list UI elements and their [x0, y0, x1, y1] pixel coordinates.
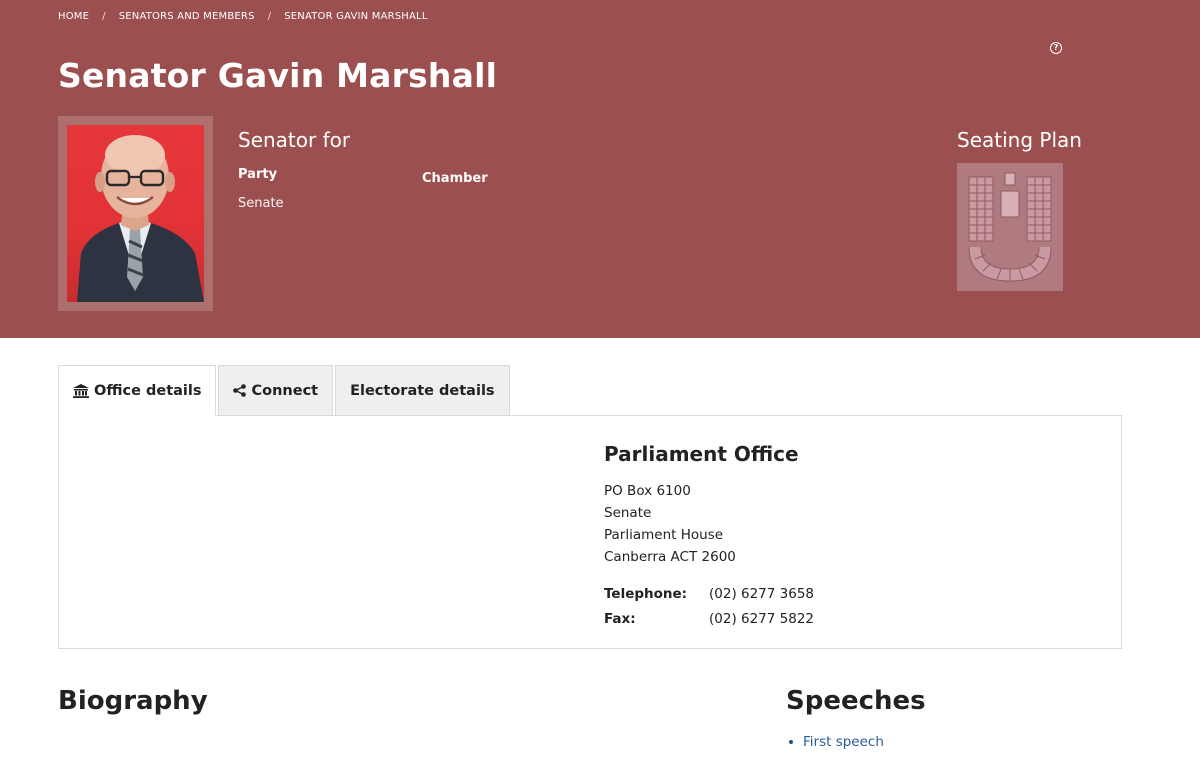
senator-portrait-image	[77, 135, 204, 302]
breadcrumb-home[interactable]: HOME	[58, 11, 89, 22]
speeches-list: First speech	[786, 734, 884, 750]
office-address: PO Box 6100 Senate Parliament House Canb…	[604, 480, 736, 568]
senator-photo	[67, 125, 204, 302]
breadcrumb-current-page[interactable]: SENATOR GAVIN MARSHALL	[284, 11, 427, 22]
parliament-office-heading: Parliament Office	[604, 442, 799, 466]
telephone-label: Telephone:	[604, 586, 688, 602]
senator-for-heading: Senator for	[238, 128, 351, 152]
chamber-label: Chamber	[422, 171, 488, 186]
address-line: Senate	[604, 505, 652, 521]
telephone-value[interactable]: (02) 6277 3658	[709, 586, 814, 602]
first-speech-link[interactable]: First speech	[803, 734, 884, 750]
seating-plan-map[interactable]	[957, 163, 1063, 291]
list-item: First speech	[786, 734, 884, 750]
tab-office-details[interactable]: Office details	[58, 365, 217, 416]
party-label: Party	[238, 167, 278, 182]
breadcrumb: HOME / SENATORS AND MEMBERS / SENATOR GA…	[58, 11, 428, 22]
breadcrumb-senators-and-members[interactable]: SENATORS AND MEMBERS	[119, 11, 255, 22]
profile-tabs: Office details Connect Electorate detail…	[58, 365, 512, 416]
address-line: Canberra ACT 2600	[604, 549, 736, 565]
speeches-heading: Speeches	[786, 686, 926, 716]
fax-label: Fax:	[604, 611, 636, 627]
breadcrumb-separator: /	[267, 11, 272, 22]
telephone-row: Telephone: (02) 6277 3658	[604, 586, 814, 602]
tab-connect[interactable]: Connect	[218, 365, 334, 416]
tab-office-details-label: Office details	[94, 382, 202, 399]
seating-plan-icon	[968, 172, 1052, 282]
tab-electorate-details[interactable]: Electorate details	[335, 365, 510, 416]
fax-value: (02) 6277 5822	[709, 611, 815, 627]
tab-connect-label: Connect	[251, 382, 319, 399]
page-title: Senator Gavin Marshall	[58, 56, 498, 95]
address-line: PO Box 6100	[604, 483, 691, 499]
senator-photo-frame	[58, 116, 213, 311]
breadcrumb-separator: /	[102, 11, 106, 22]
address-line: Parliament House	[604, 527, 724, 543]
question-circle-icon[interactable]: ?	[1050, 42, 1062, 54]
seating-plan-heading: Seating Plan	[957, 128, 1082, 152]
office-details-panel: Parliament Office PO Box 6100 Senate Par…	[58, 415, 1122, 649]
tab-electorate-details-label: Electorate details	[350, 382, 495, 399]
share-icon	[233, 384, 247, 397]
party-value: Senate	[238, 196, 284, 211]
bullet-icon	[789, 740, 793, 744]
building-icon	[73, 383, 89, 398]
profile-header: HOME / SENATORS AND MEMBERS / SENATOR GA…	[0, 0, 1200, 338]
fax-row: Fax: (02) 6277 5822	[604, 611, 814, 627]
biography-heading: Biography	[58, 686, 208, 716]
